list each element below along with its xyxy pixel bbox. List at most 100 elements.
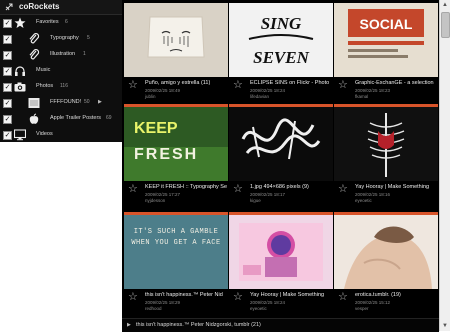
checkbox[interactable]: ✓ [3,83,12,92]
tile-date: 2009/02/25 17:27 [145,192,181,197]
sidebar-item-label: Favorites [36,19,59,25]
sidebar-item-videos[interactable]: ✓ Videos [0,127,122,142]
expand-arrow-icon[interactable]: ▶ [98,99,102,105]
sidebar-item-label: FFFFOUND! [50,99,82,105]
vertical-scrollbar[interactable]: ▲ ▼ [439,0,450,331]
app-title: coRockets [19,2,60,11]
tile-user: fkamal [355,94,369,99]
checkbox[interactable]: ✓ [3,115,12,124]
favorite-star-icon[interactable]: ☆ [128,183,138,195]
thumbnail[interactable] [229,215,333,289]
tile-user: lifedavian [250,94,270,99]
gallery-tile[interactable]: ☆ Yay Hooray | Make Something 2009/02/25… [229,212,333,315]
thumbnail[interactable] [334,107,438,181]
gallery-tile[interactable]: SOCIAL ☆ Graphic-ExchanGE - a selection … [334,0,438,103]
thumbnail[interactable]: SING SEVEN [229,3,333,77]
star-icon [14,17,26,28]
gallery-tile[interactable]: ☆ Yay Hooray | Make Something 2009/02/25… [334,104,438,207]
gallery-tile[interactable]: IT'S SUCH A GAMBLE WHEN YOU GET A FACE ☆… [124,212,228,315]
thumbnail[interactable]: IT'S SUCH A GAMBLE WHEN YOU GET A FACE [124,215,228,289]
sidebar-item-label: Apple Trailer Posters [50,115,102,121]
favorite-star-icon[interactable]: ☆ [233,79,243,91]
tile-title[interactable]: erotica.tumblr. (19) [355,292,437,298]
tile-date: 2009/02/25 18:49 [145,88,181,93]
sidebar-item-ffffound[interactable]: ✓ FFFFOUND! 50 ▶ [0,95,122,111]
item-count: 50 [84,99,90,105]
thumbnail[interactable]: SOCIAL [334,3,438,77]
tile-title[interactable]: ECLIPSE SINS on Flickr - Photo [250,80,332,86]
tile-date: 2009/02/25 18:24 [250,300,286,305]
tile-title[interactable]: Graphic-ExchanGE - a selection [355,80,437,86]
tile-title[interactable]: Puño, amigo y estrella (11) [145,80,227,86]
gallery-tile[interactable]: ☆ erotica.tumblr. (19) 2009/02/25 15:12 … [334,212,438,315]
headphones-icon [15,66,25,76]
tile-user: eyeoetic [355,198,372,203]
favorite-star-icon[interactable]: ☆ [338,79,348,91]
ffffound-icon [28,98,40,108]
sidebar: coRockets ✓ Favorites 6 ✓ Typography 5 ✓… [0,0,122,142]
thumb-text-sing: SING [261,14,302,33]
thumbnail[interactable] [124,3,228,77]
favorite-star-icon[interactable]: ☆ [338,183,348,195]
sidebar-item-music[interactable]: ✓ Music [0,63,122,79]
tile-date: 2009/02/25 18:29 [145,300,181,305]
tile-title[interactable]: Yay Hooray | Make Something [355,184,437,190]
tile-user: vesper [355,306,369,311]
thumb-text-seven: SEVEN [253,48,309,67]
sidebar-item-typography[interactable]: ✓ Typography 5 [0,31,122,47]
checkbox[interactable]: ✓ [3,67,12,76]
rocket-icon [5,3,13,11]
gallery-tile[interactable]: ☆ Puño, amigo y estrella (11) 2009/02/25… [124,0,228,103]
tile-user: eyeoetic [250,306,267,311]
gallery-tile[interactable]: KEEP FRESH ☆ KEEP it FRESH :: Typography… [124,104,228,207]
expand-arrow-icon[interactable]: ▶ [127,322,131,328]
sidebar-item-label: Videos [36,131,53,137]
tile-title[interactable]: KEEP it FRESH :: Typography Se [145,184,227,190]
tile-date: 2009/02/25 18:16 [355,192,391,197]
tile-date: 2009/02/25 18:17 [250,192,286,197]
gallery-grid: ☆ Puño, amigo y estrella (11) 2009/02/25… [122,0,439,332]
apple-icon [29,113,39,124]
sidebar-item-photos[interactable]: ✓ Photos 116 [0,79,122,95]
thumb-text-social: SOCIAL [360,16,413,32]
checkbox[interactable]: ✓ [3,19,12,28]
sidebar-item-favorites[interactable]: ✓ Favorites 6 [0,15,122,31]
sidebar-item-label: Photos [36,83,54,89]
scroll-up-arrow-icon[interactable]: ▲ [440,0,450,10]
favorite-star-icon[interactable]: ☆ [128,291,138,303]
favorite-star-icon[interactable]: ☆ [233,291,243,303]
sidebar-item-label: Typography [50,35,79,41]
tile-user: redhood [145,306,162,311]
checkbox[interactable]: ✓ [3,99,12,108]
checkbox[interactable]: ✓ [3,35,12,44]
sidebar-item-illustration[interactable]: ✓ Illustration 1 [0,47,122,63]
thumbnail[interactable] [229,107,333,181]
tile-date: 2009/02/25 18:24 [250,88,286,93]
tile-title[interactable]: 1.jpg 494×686 pixels (9) [250,184,332,190]
favorite-star-icon[interactable]: ☆ [338,291,348,303]
tile-title[interactable]: this isn't happiness.™ Peter Nid [145,292,227,298]
checkbox[interactable]: ✓ [3,131,12,140]
tile-title[interactable]: Yay Hooray | Make Something [250,292,332,298]
gallery-tile[interactable]: SING SEVEN ☆ ECLIPSE SINS on Flickr - Ph… [229,0,333,103]
thumb-text-fresh: FRESH [134,146,198,163]
paperclip-icon [29,49,40,60]
sidebar-item-label: Music [36,67,51,73]
status-bar: ▶ this isn't happiness.™ Peter Nidzgorsk… [122,318,439,332]
tile-user: kigue [250,198,261,203]
favorite-star-icon[interactable]: ☆ [233,183,243,195]
sidebar-item-apple-trailer-posters[interactable]: ✓ Apple Trailer Posters 69 [0,111,122,127]
monitor-icon [14,129,26,141]
gallery-tile[interactable]: ☆ 1.jpg 494×686 pixels (9) 2009/02/25 18… [229,104,333,207]
scroll-down-arrow-icon[interactable]: ▼ [440,321,450,331]
checkbox[interactable]: ✓ [3,51,12,60]
favorite-star-icon[interactable]: ☆ [128,79,138,91]
scroll-thumb[interactable] [441,12,450,38]
item-count: 6 [65,19,68,25]
thumbnail[interactable]: KEEP FRESH [124,107,228,181]
tile-date: 2009/02/25 18:23 [355,88,391,93]
item-count: 116 [60,83,68,89]
sidebar-item-label: Illustration [50,51,76,57]
thumbnail[interactable] [334,215,438,289]
item-count: 69 [106,115,112,121]
